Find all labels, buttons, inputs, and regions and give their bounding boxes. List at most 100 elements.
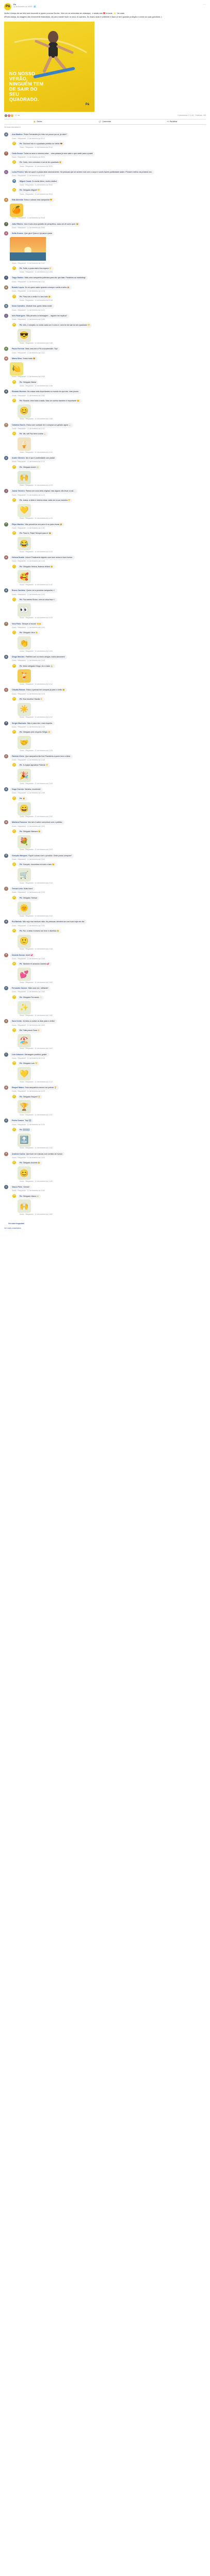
comment-author[interactable]: Diogo Mendes: [12, 656, 25, 658]
avatar[interactable]: B: [4, 588, 8, 593]
comment-meta[interactable]: Gosto · Responder · 11 de fevereiro às 1…: [20, 981, 206, 984]
comment-meta[interactable]: Gosto · Responder · 11 de fevereiro às 1…: [12, 494, 206, 496]
comment-author[interactable]: Marta Silva: [12, 358, 22, 360]
comment-meta[interactable]: Gosto · Responder · 11 de fevereiro às 1…: [12, 726, 206, 728]
comment-author[interactable]: Vera Pinto: [12, 623, 21, 625]
avatar[interactable]: P: [12, 597, 16, 601]
comment-sticker[interactable]: 👏: [18, 636, 31, 650]
comment-meta[interactable]: Gosto · Responder · 11 de fevereiro às 1…: [20, 1114, 206, 1116]
comment-author[interactable]: Pá: [20, 599, 22, 601]
comment-sticker[interactable]: ✨: [18, 1001, 31, 1014]
comment-meta[interactable]: Gosto · Responder · 11 de fevereiro às 0…: [12, 156, 206, 158]
comment-sticker[interactable]: 🏆: [18, 1100, 31, 1114]
comment-meta[interactable]: Gosto · Responder · 11 de fevereiro às 1…: [20, 1081, 206, 1083]
share-button[interactable]: ↪ Partilhar: [139, 121, 206, 123]
avatar[interactable]: T: [4, 276, 8, 280]
avatar[interactable]: P: [12, 1028, 16, 1032]
comment-meta[interactable]: Gosto · Responder · 11 de fevereiro às 1…: [20, 617, 206, 619]
avatar[interactable]: P: [12, 1194, 16, 1198]
comment-meta[interactable]: Gosto · Responder · 11 de fevereiro às 1…: [12, 925, 206, 927]
reaction-count[interactable]: 12 mil: [15, 114, 20, 117]
comment-meta[interactable]: Gosto · Responder · 11 de fevereiro às 1…: [20, 1014, 206, 1016]
comment-sticker[interactable]: 🙌: [18, 470, 31, 484]
avatar[interactable]: G: [4, 853, 8, 858]
comment-author[interactable]: Pá: [20, 400, 22, 402]
comment-meta[interactable]: Gosto · Responder · 11 de fevereiro às 0…: [20, 184, 206, 186]
avatar[interactable]: R: [4, 920, 8, 924]
avatar[interactable]: R: [4, 1085, 8, 1090]
comment-author[interactable]: Fernando Gomes: [12, 987, 27, 989]
avatar[interactable]: M: [4, 820, 8, 825]
comment-author[interactable]: Teresa Lima: [12, 888, 23, 890]
comment-author[interactable]: Pá: [20, 764, 22, 766]
comment-meta[interactable]: Gosto · Responder · 11 de fevereiro às 1…: [20, 915, 206, 917]
avatar[interactable]: H: [4, 555, 8, 560]
comment-sticker[interactable]: 🎉: [18, 769, 31, 783]
avatar[interactable]: P: [12, 829, 16, 834]
comment-meta[interactable]: Gosto · Responder · 11 de fevereiro às 1…: [12, 991, 206, 993]
comment-meta[interactable]: Gosto · Responder · 11 de fevereiro às 1…: [12, 1090, 206, 1092]
avatar[interactable]: T: [4, 887, 8, 891]
comment-meta[interactable]: Gosto · Responder · 11 de fevereiro às 1…: [12, 594, 206, 596]
comment-sticker[interactable]: 🍹: [18, 669, 31, 683]
avatar[interactable]: F: [4, 986, 8, 990]
comment-author[interactable]: Nuno Carvalho: [12, 305, 25, 307]
comment-meta[interactable]: Gosto · Responder · 11 de fevereiro às 1…: [12, 792, 206, 794]
comment-sticker[interactable]: 😄: [18, 802, 31, 816]
avatar[interactable]: P: [12, 294, 16, 298]
avatar[interactable]: P: [12, 323, 16, 327]
comment-meta[interactable]: Gosto · Responder · 11 de fevereiro às 1…: [12, 759, 206, 761]
comment-meta[interactable]: Gosto · Responder · 11 de fevereiro às 1…: [12, 461, 206, 463]
avatar[interactable]: N: [4, 304, 8, 309]
comment-author[interactable]: Pá: [20, 143, 22, 145]
avatar[interactable]: P: [12, 188, 16, 192]
comment-author[interactable]: Pá: [20, 1062, 22, 1064]
comment-author[interactable]: Pá: [20, 324, 22, 326]
avatar[interactable]: P: [12, 399, 16, 403]
avatar[interactable]: C: [4, 151, 8, 156]
comment-sticker[interactable]: 🙂: [18, 934, 31, 948]
comment-meta[interactable]: Gosto · Responder · 11 de fevereiro às 1…: [20, 551, 206, 553]
comment-meta[interactable]: Gosto · Responder · 11 de fevereiro às 1…: [12, 318, 206, 320]
comment-author[interactable]: Pá: [20, 996, 22, 998]
post-timestamp[interactable]: 11 de fevereiro às 09:00 · 🌐: [13, 6, 203, 8]
comment-author[interactable]: Sérgio Machado: [12, 722, 26, 724]
avatar[interactable]: P: [12, 796, 16, 800]
avatar[interactable]: S: [4, 721, 8, 725]
comment-author[interactable]: Pá: [20, 381, 22, 383]
comment-sticker[interactable]: 🔝: [18, 1133, 31, 1147]
comment-author[interactable]: Pá: [20, 1162, 22, 1164]
comment-meta[interactable]: Gosto · Responder · 11 de fevereiro às 1…: [12, 1124, 206, 1126]
avatar[interactable]: P: [12, 995, 16, 999]
comment-meta[interactable]: Gosto · Responder · 11 de fevereiro às 1…: [20, 849, 206, 851]
comment-sticker[interactable]: 🌞: [18, 901, 31, 915]
avatar[interactable]: P: [12, 266, 16, 270]
comment-author[interactable]: André Oliveira: [12, 457, 25, 459]
comment-sticker[interactable]: 😎: [18, 328, 31, 342]
comment-meta[interactable]: Gosto · Responder · 11 de fevereiro às 1…: [20, 716, 206, 718]
comment-author[interactable]: Andreia Cunha: [12, 1153, 25, 1155]
comment-meta[interactable]: Gosto · Responder · 11 de fevereiro às 0…: [12, 175, 206, 177]
avatar[interactable]: P: [12, 142, 16, 146]
comment-sticker[interactable]: 😂: [18, 537, 31, 551]
comment-meta[interactable]: Gosto · Responder · 11 de fevereiro às 0…: [12, 227, 206, 229]
comment-meta[interactable]: Gosto · Responder · 11 de fevereiro às 1…: [20, 1213, 206, 1215]
comment-author[interactable]: Pá: [20, 1096, 22, 1098]
comment-author[interactable]: Vasco Pires: [12, 1186, 22, 1188]
comment-author[interactable]: Joana Teixeira: [12, 490, 25, 492]
comment-sticker[interactable]: 💕: [18, 968, 31, 981]
comment-sticker[interactable]: 😊: [18, 1166, 31, 1180]
comment-author[interactable]: Mariana Fonseca: [12, 821, 27, 823]
comment-meta[interactable]: Gosto · Responder · 11 de fevereiro às 1…: [12, 626, 206, 629]
avatar[interactable]: P: [4, 347, 8, 351]
comment-meta[interactable]: Gosto · Responder · 11 de fevereiro às 1…: [20, 342, 206, 344]
comment-meta[interactable]: Gosto · Responder · 11 de fevereiro às 1…: [12, 693, 206, 695]
avatar[interactable]: P: [12, 380, 16, 384]
comment-author[interactable]: Pá: [20, 532, 22, 534]
comment-author[interactable]: Bruno Cardoso: [12, 589, 25, 591]
comment-sticker[interactable]: 💛: [18, 1067, 31, 1081]
comment-button[interactable]: 💬 Comentar: [71, 121, 138, 123]
avatar[interactable]: S: [4, 231, 8, 236]
comment-author[interactable]: Pá: [20, 433, 22, 435]
avatar[interactable]: P: [12, 664, 16, 668]
